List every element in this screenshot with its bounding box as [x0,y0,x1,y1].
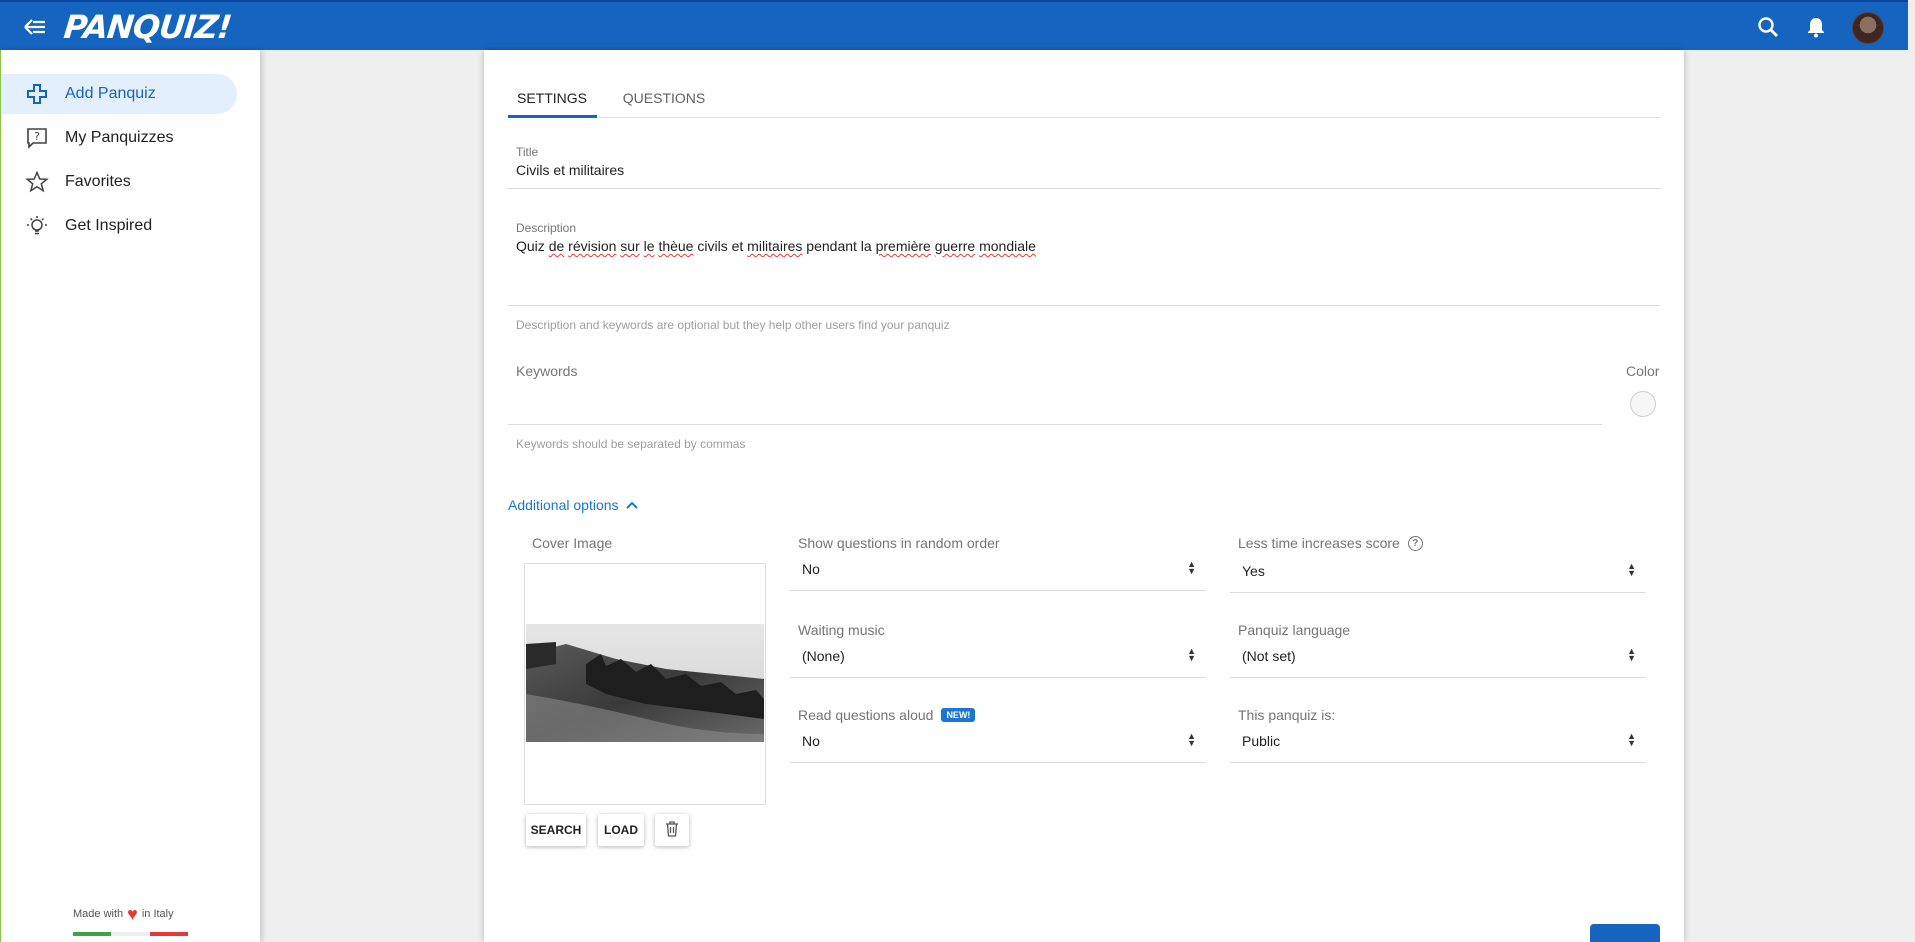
app-logo[interactable]: PANQUIZ! [62,8,233,46]
panquiz-language-label: Panquiz language [1238,622,1351,638]
visibility-select[interactable]: Public ▲ ▼ [1230,729,1646,763]
title-label: Title [516,145,539,159]
random-order-select[interactable]: No ▲ ▼ [790,557,1206,591]
lightbulb-icon [25,214,49,238]
sidebar-item-label: Favorites [65,173,131,190]
plus-icon [25,82,49,106]
made-with-text: Made with [73,908,124,920]
star-icon [25,170,49,194]
top-app-bar: PANQUIZ! [0,0,1908,50]
random-order-label: Show questions in random order [798,535,1000,551]
title-input[interactable]: Civils et militaires [516,162,624,178]
sidebar-item-my-panquizzes[interactable]: ? My Panquizzes [1,118,237,158]
delete-image-button[interactable] [655,814,689,846]
waiting-music-select[interactable]: (None) ▲ ▼ [790,644,1206,678]
description-hint: Description and keywords are optional bu… [516,318,950,332]
sidebar-item-get-inspired[interactable]: Get Inspired [1,206,237,246]
search-icon[interactable] [1755,14,1781,40]
title-underline [508,188,1660,189]
tabs-divider [508,117,1660,118]
tab-settings[interactable]: SETTINGS [508,90,596,118]
additional-options-label: Additional options [508,497,619,513]
italy-flag-bar [73,932,188,936]
additional-options-toggle[interactable]: Additional options [508,497,639,513]
search-image-button[interactable]: SEARCH [526,814,586,846]
sidebar: Add Panquiz ? My Panquizzes Favorites Ge… [0,50,260,942]
keywords-underline [508,424,1602,425]
cover-image [526,624,764,742]
color-picker[interactable] [1630,391,1656,417]
description-label: Description [516,221,577,235]
active-tab-indicator [508,115,597,118]
sidebar-item-add-panquiz[interactable]: Add Panquiz [1,74,237,114]
save-button[interactable] [1590,924,1660,942]
sidebar-item-label: My Panquizzes [65,129,174,146]
help-icon[interactable]: ? [1407,535,1423,551]
load-image-button[interactable]: LOAD [598,814,644,846]
select-arrows-icon: ▲ ▼ [1187,559,1196,576]
question-comment-icon: ? [25,126,49,150]
avatar[interactable] [1852,12,1884,44]
less-time-select[interactable]: Yes ▲ ▼ [1230,559,1646,593]
select-arrows-icon: ▲ ▼ [1187,646,1196,663]
cover-image-frame [524,563,766,805]
select-arrows-icon: ▲ ▼ [1627,646,1636,663]
visibility-label: This panquiz is: [1238,707,1336,723]
keywords-input[interactable] [516,390,1566,410]
footer-credit: Made with ♥ in Italy [73,904,174,924]
trash-icon [665,820,679,840]
in-italy-text: in Italy [141,908,174,920]
panquiz-language-select[interactable]: (Not set) ▲ ▼ [1230,644,1646,678]
heart-icon: ♥ [127,904,138,924]
new-badge: NEW! [941,708,976,722]
description-input[interactable]: Quiz de révision sur le thèue civils et … [516,238,1036,254]
arrow-left-icon[interactable] [22,15,48,39]
keywords-label: Keywords [516,363,578,379]
read-aloud-select[interactable]: No ▲ ▼ [790,729,1206,763]
description-underline [508,305,1660,306]
waiting-music-label: Waiting music [798,622,885,638]
svg-text:?: ? [34,130,40,143]
read-aloud-label: Read questions aloud NEW! [798,707,976,723]
less-time-label: Less time increases score ? [1238,535,1423,551]
keywords-hint: Keywords should be separated by commas [516,437,746,451]
chevron-up-icon [625,497,639,513]
bell-icon[interactable] [1803,14,1829,40]
sidebar-item-label: Add Panquiz [65,85,156,102]
sidebar-item-favorites[interactable]: Favorites [1,162,237,202]
select-arrows-icon: ▲ ▼ [1627,731,1636,748]
sidebar-item-label: Get Inspired [65,217,153,234]
color-label: Color [1626,363,1660,379]
select-arrows-icon: ▲ ▼ [1187,731,1196,748]
select-arrows-icon: ▲ ▼ [1627,561,1636,578]
tab-questions[interactable]: QUESTIONS [614,90,714,118]
cover-image-label: Cover Image [532,535,613,551]
settings-card: SETTINGS QUESTIONS Title Civils et milit… [484,50,1684,942]
